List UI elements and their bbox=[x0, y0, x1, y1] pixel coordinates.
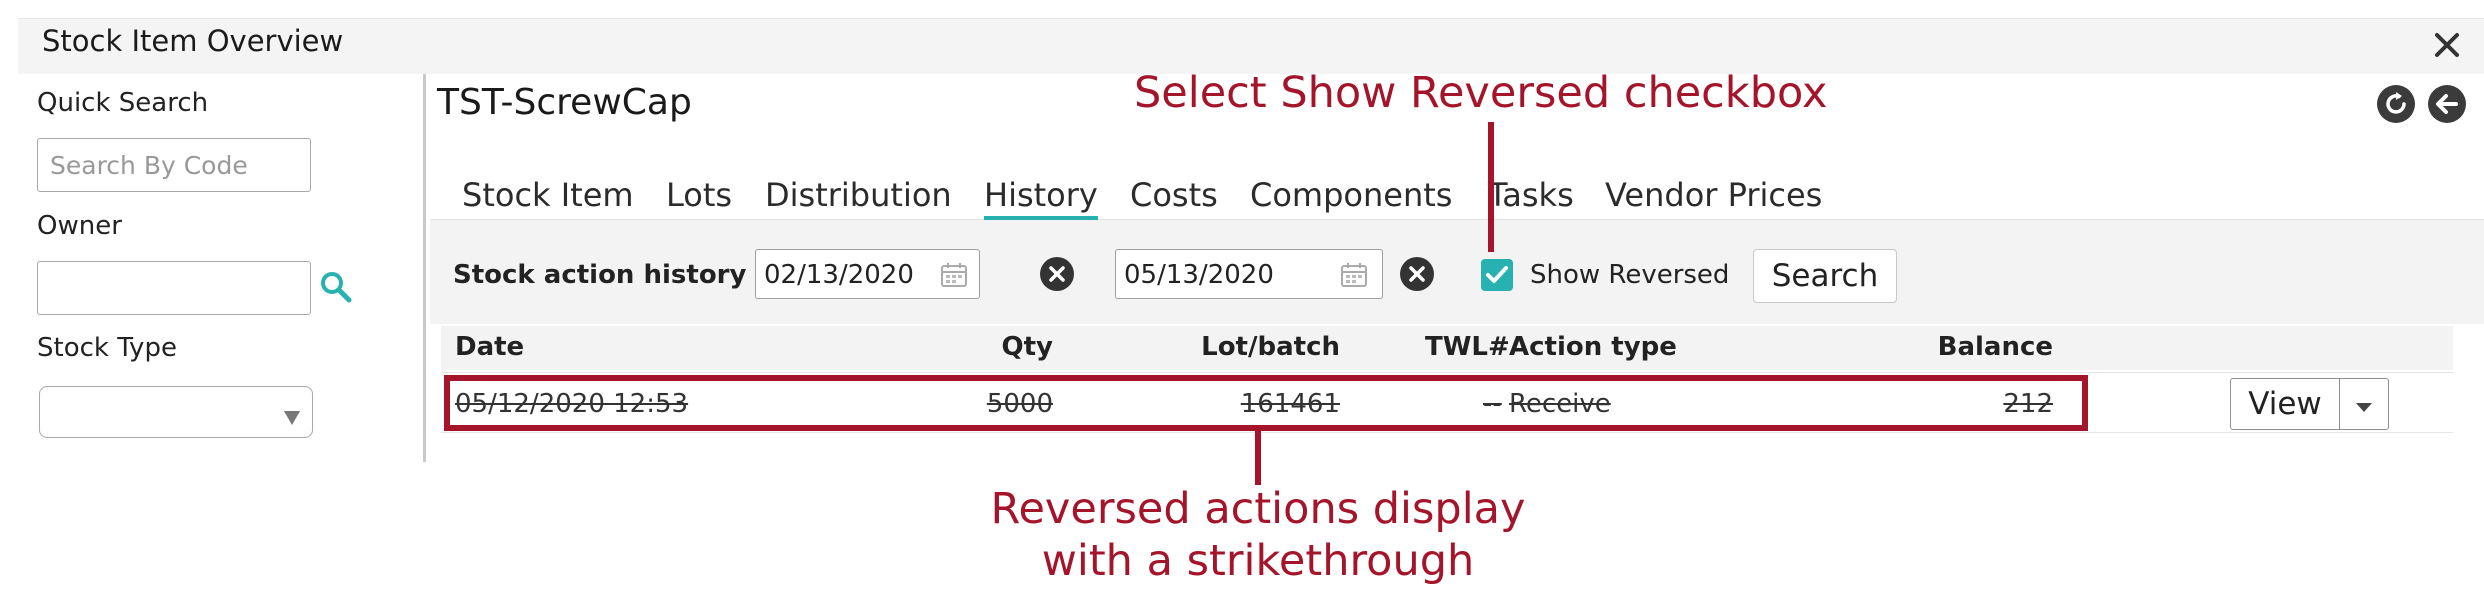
tab-costs[interactable]: Costs bbox=[1130, 176, 1218, 214]
annotation-connector-top bbox=[1488, 122, 1494, 252]
stock-item-code: TST-ScrewCap bbox=[437, 82, 692, 123]
column-header-twl[interactable]: TWL# bbox=[1425, 332, 1510, 362]
calendar-icon[interactable] bbox=[940, 261, 968, 293]
tab-stock-item[interactable]: Stock Item bbox=[462, 176, 634, 214]
from-date-input[interactable]: 02/13/2020 bbox=[755, 249, 980, 299]
from-date-value: 02/13/2020 bbox=[764, 260, 914, 290]
column-header-qty[interactable]: Qty bbox=[1002, 332, 1053, 362]
stock-type-label: Stock Type bbox=[37, 333, 177, 363]
dropdown-arrow-icon bbox=[283, 403, 301, 432]
clear-icon[interactable] bbox=[1040, 257, 1074, 291]
search-button[interactable]: Search bbox=[1753, 249, 1897, 303]
stock-type-select[interactable] bbox=[39, 386, 313, 438]
tab-tasks[interactable]: Tasks bbox=[1488, 176, 1574, 214]
annotation-connector-bottom bbox=[1255, 431, 1261, 485]
column-header-action-type[interactable]: Action type bbox=[1509, 332, 1677, 362]
show-reversed-label[interactable]: Show Reversed bbox=[1530, 260, 1729, 290]
show-reversed-checkbox[interactable] bbox=[1481, 259, 1513, 291]
tab-lots[interactable]: Lots bbox=[666, 176, 732, 214]
to-date-value: 05/13/2020 bbox=[1124, 260, 1274, 290]
annotation-bottom-line1: Reversed actions display bbox=[990, 484, 1526, 534]
view-button[interactable]: View bbox=[2230, 378, 2340, 430]
close-icon[interactable] bbox=[2432, 30, 2462, 60]
tab-components[interactable]: Components bbox=[1250, 176, 1452, 214]
annotation-top: Select Show Reversed checkbox bbox=[1134, 68, 1828, 118]
caret-down-icon bbox=[2355, 399, 2373, 418]
tab-vendor-prices[interactable]: Vendor Prices bbox=[1605, 176, 1822, 214]
title-bar bbox=[18, 18, 2484, 74]
annotation-bottom-line2: with a strikethrough bbox=[1041, 536, 1475, 586]
quick-search-label: Quick Search bbox=[37, 88, 209, 118]
calendar-icon[interactable] bbox=[1340, 261, 1368, 293]
reversed-row-highlight bbox=[444, 375, 2088, 431]
clear-icon[interactable] bbox=[1400, 257, 1434, 291]
to-date-input[interactable]: 05/13/2020 bbox=[1115, 249, 1383, 299]
view-options-button[interactable] bbox=[2339, 378, 2389, 430]
sidebar-divider bbox=[423, 74, 426, 462]
owner-label: Owner bbox=[37, 211, 122, 241]
table-header-divider bbox=[441, 372, 2453, 373]
back-arrow-icon[interactable] bbox=[2428, 85, 2466, 123]
refresh-icon[interactable] bbox=[2377, 85, 2415, 123]
quick-search-input[interactable] bbox=[37, 138, 311, 192]
search-icon[interactable] bbox=[318, 269, 354, 305]
table-row-divider bbox=[441, 432, 2453, 433]
window-title: Stock Item Overview bbox=[42, 24, 344, 58]
column-header-balance[interactable]: Balance bbox=[1938, 332, 2053, 362]
stock-action-history-label: Stock action history bbox=[453, 260, 747, 290]
tab-history[interactable]: History bbox=[984, 176, 1098, 220]
tab-distribution[interactable]: Distribution bbox=[765, 176, 952, 214]
column-header-date[interactable]: Date bbox=[455, 332, 524, 362]
column-header-lot[interactable]: Lot/batch bbox=[1201, 332, 1340, 362]
check-icon bbox=[1486, 266, 1508, 283]
owner-input[interactable] bbox=[37, 261, 311, 315]
